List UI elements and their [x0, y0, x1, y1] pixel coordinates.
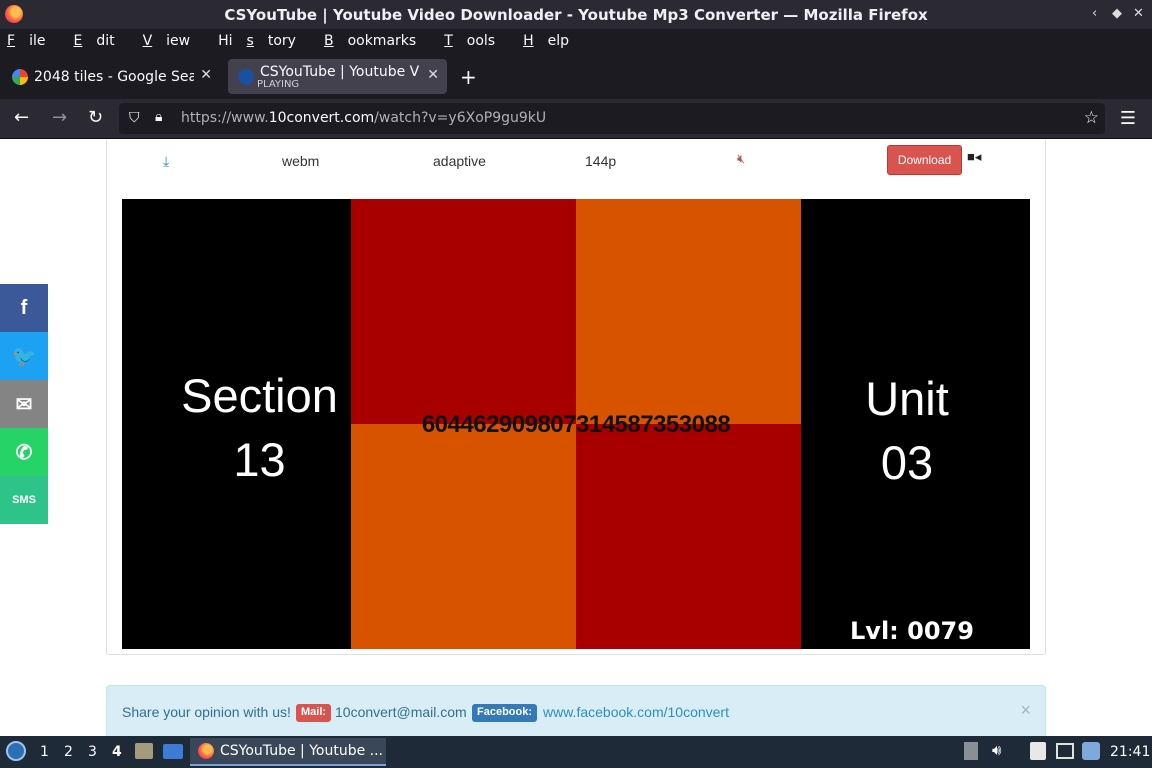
workspace-4[interactable]: 4	[112, 744, 122, 760]
close-tab-icon[interactable]: ✕	[427, 67, 439, 83]
desktop-icon[interactable]	[163, 744, 183, 759]
navigation-bar: ← → ↻ ⛉ 🔒︎ https://www.10convert.com/wat…	[0, 99, 1152, 139]
url-text[interactable]: https://www.10convert.com/watch?v=y6XoP9…	[181, 110, 546, 126]
firefox-logo-icon	[198, 743, 214, 759]
volume-icon[interactable]: 🔊︎	[992, 741, 1001, 759]
twitter-share-icon[interactable]: 🐦	[0, 332, 48, 380]
close-window-button[interactable]: ✕	[1133, 6, 1144, 21]
tab-csyoutube[interactable]: CSYouTube | Youtube Video Downloader PLA…	[228, 59, 447, 94]
taskbar: 1 2 3 4 CSYouTube | Youtube ... 🔊︎ 21:41	[0, 736, 1152, 768]
download-button[interactable]: Download	[887, 145, 962, 175]
mail-badge: Mail:	[296, 704, 332, 722]
address-bar[interactable]: ⛉ 🔒︎ https://www.10convert.com/watch?v=y…	[119, 103, 1105, 134]
level-label: Lvl: 0079	[850, 617, 974, 645]
tab-title: CSYouTube | Youtube Video Downloader	[260, 63, 420, 80]
close-tab-icon[interactable]: ✕	[200, 67, 212, 83]
page-content: ⤓ webm adaptive 144p 🔇︎ Download ■◂ Sect…	[0, 140, 1152, 736]
tile-number: 604462909807314587353088	[421, 411, 731, 438]
hamburger-menu-icon[interactable]: ☰	[1120, 108, 1136, 129]
window-title: CSYouTube | Youtube Video Downloader - Y…	[224, 5, 928, 24]
type-cell: adaptive	[433, 153, 486, 169]
workspace-2[interactable]: 2	[64, 744, 73, 760]
lock-icon[interactable]: 🔒︎	[155, 109, 162, 125]
bookmark-star-icon[interactable]: ☆	[1084, 108, 1099, 128]
back-arrow-icon[interactable]: ←	[14, 107, 29, 128]
csyoutube-favicon-icon	[238, 68, 254, 85]
email-share-icon[interactable]: ✉	[0, 380, 48, 428]
video-camera-icon: ■◂	[967, 149, 982, 164]
tab-title: 2048 tiles - Google Search	[34, 68, 194, 85]
facebook-share-icon[interactable]: f	[0, 284, 48, 332]
whatsapp-share-icon[interactable]: ✆	[0, 428, 48, 476]
share-sidebar: f 🐦 ✉ ✆ SMS	[0, 284, 48, 524]
workspace-3[interactable]: 3	[88, 744, 97, 760]
clipboard-icon[interactable]	[1030, 742, 1046, 760]
sms-share-icon[interactable]: SMS	[0, 476, 48, 524]
video-player[interactable]: Section 13 Unit 03 604462909807314587353…	[122, 199, 1030, 649]
menu-history[interactable]: Hi s tory	[218, 33, 310, 49]
menu-bar: File Edit View Hi s tory Bookmarks Tools H…	[0, 29, 1152, 53]
tile-top-right	[576, 199, 801, 424]
tile-bottom-right	[576, 424, 801, 649]
mail-address[interactable]: 10convert@mail.com	[335, 704, 467, 720]
menu-help[interactable]: Help	[523, 33, 583, 49]
tile-top-left	[351, 199, 576, 424]
network-icon[interactable]	[1056, 743, 1074, 759]
table-row: ⤓ webm adaptive 144p 🔇︎ Download ■◂	[107, 140, 1047, 181]
window-titlebar: CSYouTube | Youtube Video Downloader - Y…	[0, 0, 1152, 29]
unit-label: Unit 03	[865, 372, 949, 489]
new-tab-button[interactable]: +	[460, 65, 477, 89]
menu-tools[interactable]: Tools	[444, 33, 509, 49]
feedback-notice: Share your opinion with us! Mail: 10conv…	[106, 685, 1046, 736]
notice-text: Share your opinion with us!	[122, 704, 291, 720]
tray-up-icon[interactable]	[964, 742, 978, 760]
task-title: CSYouTube | Youtube ...	[220, 743, 384, 759]
close-notice-button[interactable]: ×	[1020, 700, 1031, 721]
menu-view[interactable]: View	[143, 33, 205, 49]
clock: 21:41	[1110, 744, 1151, 760]
forward-arrow-icon[interactable]: →	[52, 107, 67, 128]
menu-edit[interactable]: Edit	[73, 33, 128, 49]
start-menu-icon[interactable]	[6, 741, 26, 761]
workspace-1[interactable]: 1	[40, 744, 49, 760]
notification-icon[interactable]	[1082, 742, 1100, 760]
quality-cell: 144p	[585, 153, 617, 169]
format-cell: webm	[282, 153, 320, 169]
section-label: Section 13	[181, 369, 338, 486]
tile-bottom-left	[351, 424, 576, 649]
tab-strip: 2048 tiles - Google Search ✕ CSYouTube |…	[0, 53, 1152, 99]
tab-playing-status: PLAYING	[257, 79, 300, 90]
tab-google-search[interactable]: 2048 tiles - Google Search ✕	[2, 59, 220, 94]
menu-file[interactable]: File	[7, 33, 59, 49]
facebook-badge: Facebook:	[472, 704, 538, 722]
shield-icon[interactable]: ⛉	[129, 110, 140, 126]
facebook-link[interactable]: www.facebook.com/10convert	[543, 704, 729, 720]
firefox-logo-icon	[5, 5, 23, 23]
google-favicon-icon	[12, 68, 28, 85]
minimize-button[interactable]: ‹	[1092, 6, 1097, 21]
menu-bookmarks[interactable]: Bookmarks	[324, 33, 430, 49]
taskbar-firefox-task[interactable]: CSYouTube | Youtube ...	[190, 738, 386, 766]
muted-speaker-icon: 🔇︎	[737, 151, 746, 166]
reload-icon[interactable]: ↻	[88, 107, 103, 128]
maximize-button[interactable]: ◆	[1112, 6, 1122, 21]
file-manager-icon[interactable]	[135, 743, 153, 759]
download-arrow-icon[interactable]: ⤓	[163, 153, 177, 169]
